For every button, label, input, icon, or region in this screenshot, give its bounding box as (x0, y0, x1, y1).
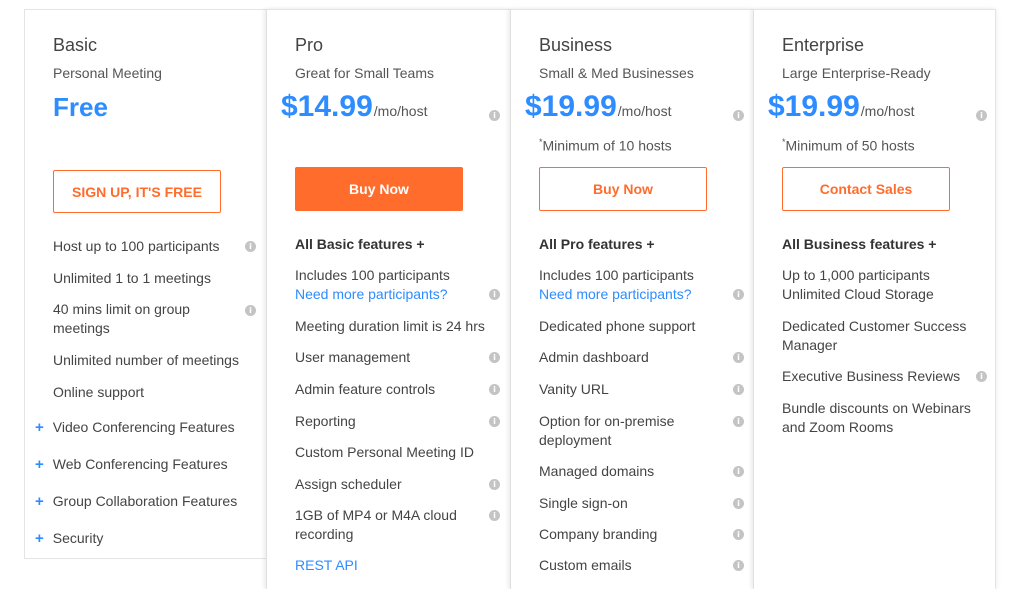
feature-item: Dedicated Customer Success Manager (782, 318, 967, 353)
need-more-participants-link[interactable]: Need more participants? (539, 285, 729, 304)
contact-sales-button[interactable]: Contact Sales (782, 167, 950, 211)
note-text: Minimum of 50 hosts (785, 137, 915, 154)
need-more-participants-link[interactable]: Need more participants? (295, 285, 485, 304)
price-unit: /mo/host (617, 103, 672, 119)
features-header: All Pro features + (539, 236, 655, 252)
features-header: All Basic features + (295, 236, 425, 252)
info-icon[interactable]: i (489, 479, 500, 490)
feature-item: Includes 100 participants (539, 267, 694, 283)
price-amount: $14.99 (281, 90, 373, 123)
plan-card-business: Business Small & Med Businesses $19.99/m… (510, 9, 753, 589)
feature-item: 1GB of MP4 or M4A cloud recording (295, 507, 457, 542)
price-unit: /mo/host (373, 103, 428, 119)
feature-item: 40 mins limit on group meetings (53, 301, 190, 336)
expander-label: Group Collaboration Features (52, 493, 238, 509)
plan-name: Enterprise (782, 35, 865, 55)
price-amount: $19.99 (768, 90, 860, 123)
expander-label: Security (52, 530, 104, 546)
feature-item: Custom Personal Meeting ID (295, 444, 474, 460)
feature-item: Reporting (295, 413, 356, 429)
info-icon[interactable]: i (489, 384, 500, 395)
plus-icon: + (35, 530, 44, 547)
info-icon[interactable]: i (733, 416, 744, 427)
buy-now-button[interactable]: Buy Now (295, 167, 463, 211)
plan-card-enterprise: Enterprise Large Enterprise-Ready $19.99… (753, 9, 996, 589)
feature-item: Assign scheduler (295, 476, 402, 492)
info-icon[interactable]: i (733, 352, 744, 363)
plan-card-pro: Pro Great for Small Teams $14.99/mo/host… (266, 9, 510, 589)
info-icon[interactable]: i (733, 289, 744, 300)
plan-name: Basic (53, 35, 98, 55)
info-icon[interactable]: i (489, 416, 500, 427)
plan-price: $14.99/mo/host (281, 90, 427, 124)
plus-icon: + (35, 419, 44, 436)
expander-label: Video Conferencing Features (52, 419, 235, 435)
rest-api-link[interactable]: REST API (295, 556, 485, 575)
note-text: Minimum of 10 hosts (542, 137, 672, 154)
feature-item: Bundle discounts on Webinars and Zoom Ro… (782, 400, 971, 435)
plan-price: $19.99/mo/host (768, 90, 914, 124)
plan-tagline: Large Enterprise-Ready (782, 65, 931, 81)
feature-item: Online support (53, 384, 145, 400)
pricing-plans: Basic Personal Meeting Free SIGN UP, IT'… (24, 9, 996, 589)
plan-tagline: Small & Med Businesses (539, 65, 694, 81)
feature-item: Up to 1,000 participants (782, 267, 930, 283)
feature-item: Unlimited number of meetings (53, 352, 239, 368)
info-icon[interactable]: i (489, 510, 500, 521)
info-icon[interactable]: i (976, 371, 987, 382)
plan-name: Business (539, 35, 613, 55)
plan-price: Free (53, 92, 108, 122)
feature-item: Host up to 100 participants (53, 238, 220, 254)
feature-item: Option for on-premise deployment (539, 413, 675, 448)
feature-item: Executive Business Reviews (782, 368, 961, 384)
feature-item: Includes 100 participants (295, 267, 450, 283)
feature-item: Managed domains (539, 463, 655, 479)
info-icon[interactable]: i (489, 289, 500, 300)
feature-item: Meeting duration limit is 24 hrs (295, 318, 485, 334)
minimum-hosts-note: *Minimum of 50 hosts (782, 137, 915, 154)
feature-item: Company branding (539, 526, 658, 542)
feature-item: Unlimited Cloud Storage (782, 286, 934, 302)
info-icon[interactable]: i (976, 110, 987, 121)
feature-item: Admin dashboard (539, 349, 649, 365)
plus-icon: + (35, 493, 44, 510)
info-icon[interactable]: i (733, 529, 744, 540)
info-icon[interactable]: i (733, 466, 744, 477)
info-icon[interactable]: i (733, 498, 744, 509)
features-header: All Business features + (782, 236, 937, 252)
feature-item: Vanity URL (539, 381, 609, 397)
feature-item: Custom emails (539, 557, 632, 573)
plan-tagline: Personal Meeting (53, 65, 162, 81)
info-icon[interactable]: i (489, 110, 500, 121)
info-icon[interactable]: i (245, 241, 256, 252)
sign-up-button[interactable]: SIGN UP, IT'S FREE (53, 170, 221, 213)
plan-tagline: Great for Small Teams (295, 65, 435, 81)
plus-icon: + (35, 456, 44, 473)
feature-item: Unlimited 1 to 1 meetings (53, 270, 211, 286)
feature-item: Single sign-on (539, 495, 628, 511)
buy-now-button[interactable]: Buy Now (539, 167, 707, 211)
plan-name: Pro (295, 35, 324, 55)
expander-video-conferencing[interactable]: + Video Conferencing Features (35, 419, 235, 436)
plan-price: $19.99/mo/host (525, 90, 671, 124)
price-amount: $19.99 (525, 90, 617, 123)
minimum-hosts-note: *Minimum of 10 hosts (539, 137, 672, 154)
info-icon[interactable]: i (245, 305, 256, 316)
feature-item: User management (295, 349, 411, 365)
info-icon[interactable]: i (733, 384, 744, 395)
info-icon[interactable]: i (489, 352, 500, 363)
info-icon[interactable]: i (733, 110, 744, 121)
expander-group-collaboration[interactable]: + Group Collaboration Features (35, 493, 237, 510)
plan-card-basic: Basic Personal Meeting Free SIGN UP, IT'… (24, 9, 266, 559)
price-unit: /mo/host (860, 103, 915, 119)
expander-label: Web Conferencing Features (52, 456, 228, 472)
expander-web-conferencing[interactable]: + Web Conferencing Features (35, 456, 228, 473)
feature-item: Dedicated phone support (539, 318, 696, 334)
info-icon[interactable]: i (733, 560, 744, 571)
expander-security[interactable]: + Security (35, 530, 103, 547)
feature-item: Admin feature controls (295, 381, 436, 397)
